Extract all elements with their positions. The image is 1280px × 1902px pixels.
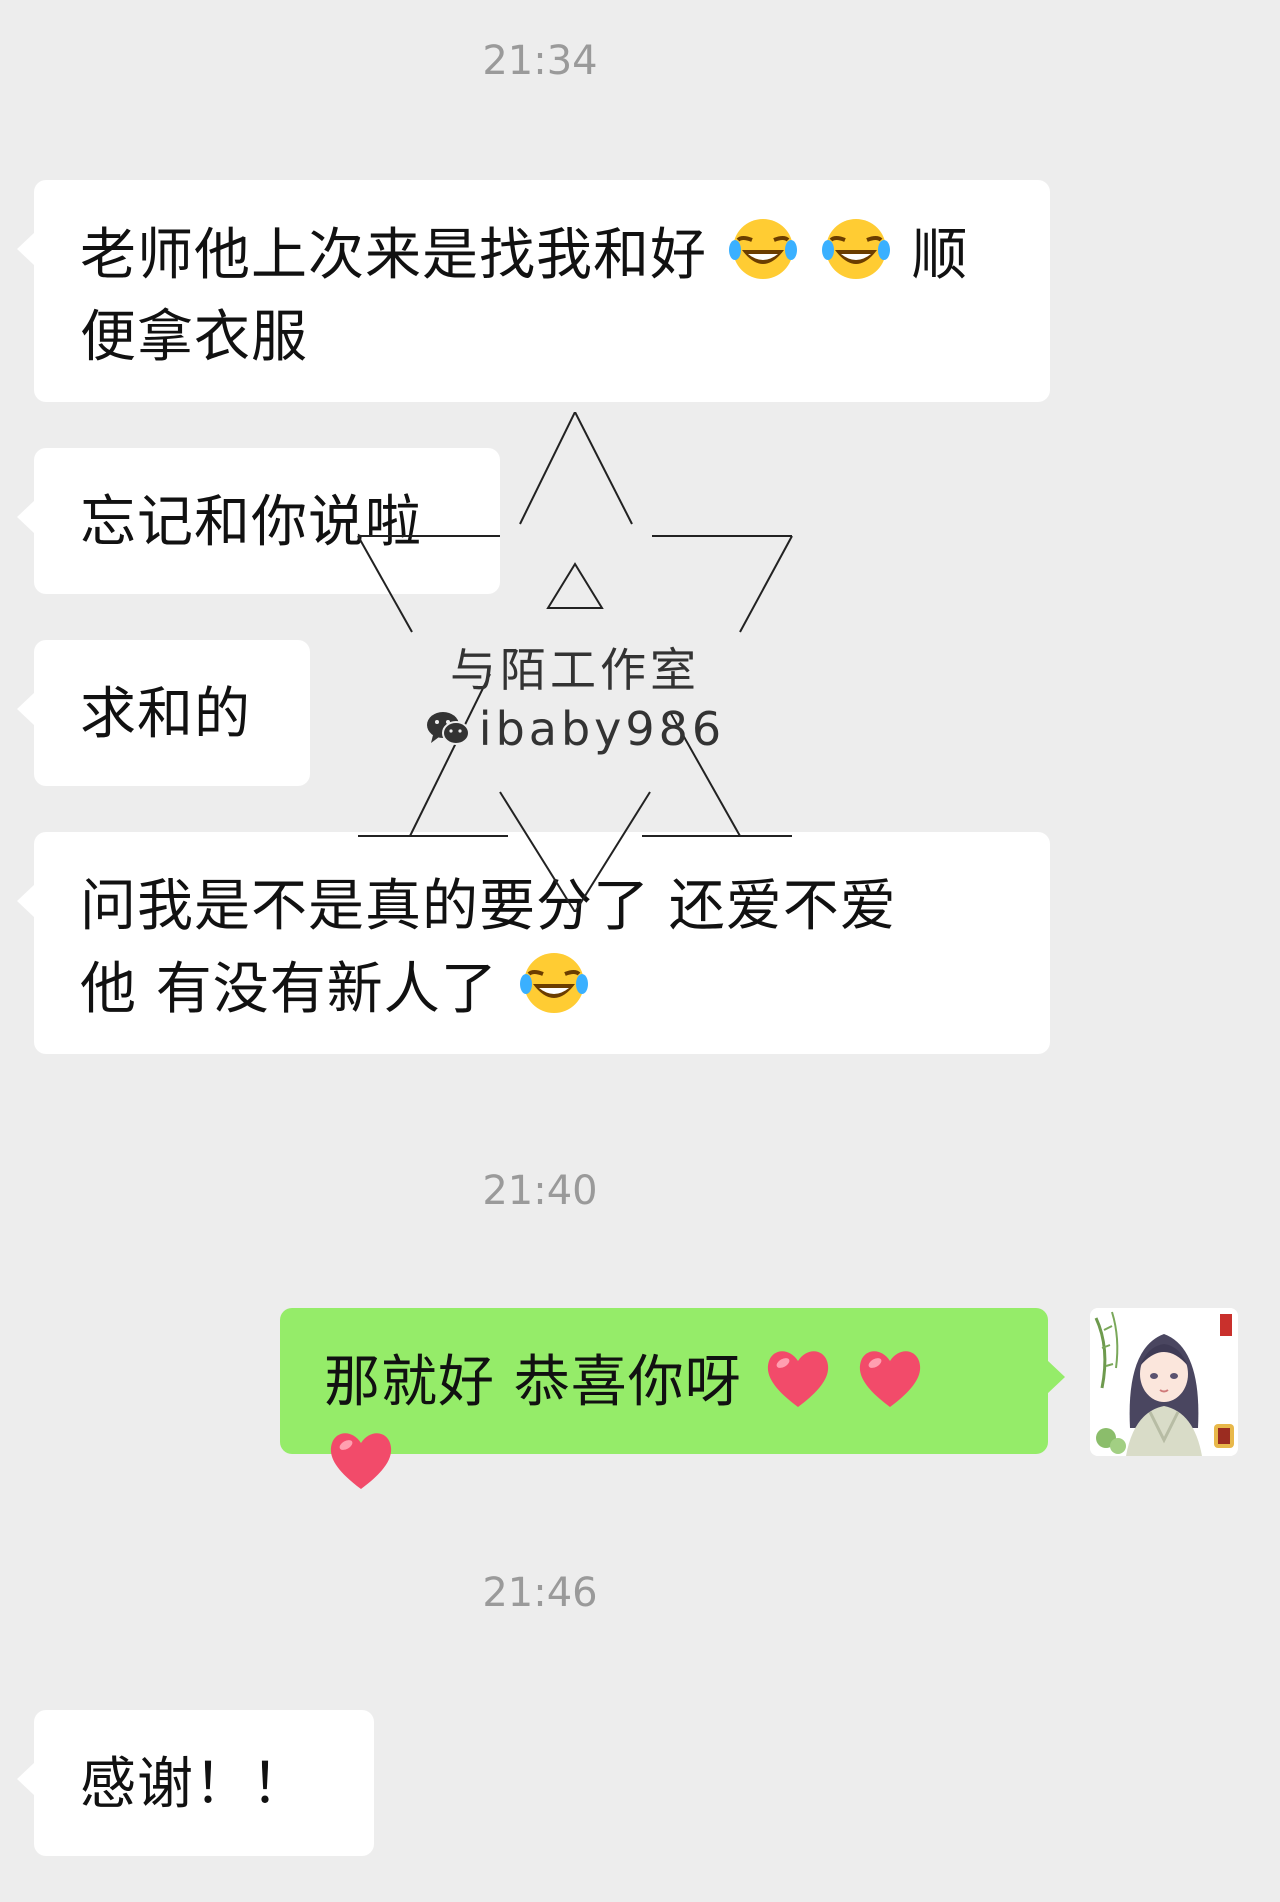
red-heart-icon (860, 1351, 921, 1407)
incoming-message-bubble[interactable]: 忘记和你说啦 (17, 448, 500, 594)
timestamp: 21:34 (482, 38, 598, 84)
message-line: 便拿衣服 (80, 305, 308, 370)
message-line: 他 有没有新人了 (80, 948, 1004, 1031)
wechat-icon (426, 712, 470, 745)
watermark-id-row: ibaby986 (350, 702, 800, 756)
laughing-with-tears-icon (821, 219, 890, 279)
message-text: 老师他上次来是找我和好 (80, 223, 707, 288)
incoming-message-bubble[interactable]: 问我是不是真的要分了 还爱不爱 他 有没有新人了 (17, 832, 1050, 1054)
incoming-message-bubble[interactable]: 感谢！！ (17, 1710, 374, 1856)
avatar[interactable] (1090, 1308, 1238, 1456)
timestamp: 21:46 (482, 1570, 598, 1616)
message-line: 老师他上次来是找我和好 顺 (80, 214, 1004, 297)
incoming-message-bubble[interactable]: 老师他上次来是找我和好 顺 便拿衣服 (17, 180, 1050, 402)
message-text: 那就好 恭喜你呀 (324, 1350, 742, 1415)
incoming-message-bubble[interactable]: 求和的 (17, 640, 310, 786)
message-text: 顺 (911, 223, 969, 288)
timestamp: 21:40 (482, 1168, 598, 1214)
red-heart-icon (767, 1351, 828, 1407)
laughing-with-tears-icon (728, 219, 797, 279)
avatar-illustration (1090, 1308, 1238, 1456)
watermark-wechat-id: ibaby986 (478, 702, 726, 756)
laughing-with-tears-icon (519, 953, 588, 1013)
message-line: 问我是不是真的要分了 还爱不爱 (80, 874, 897, 939)
red-heart-icon (330, 1433, 392, 1489)
outgoing-message-bubble[interactable]: 那就好 恭喜你呀 (280, 1308, 1065, 1489)
message-text: 感谢！！ (80, 1752, 308, 1817)
message-text: 他 有没有新人了 (80, 957, 498, 1022)
message-text: 求和的 (80, 682, 251, 747)
message-text: 忘记和你说啦 (80, 490, 422, 555)
watermark-title: 与陌工作室 (450, 643, 700, 697)
